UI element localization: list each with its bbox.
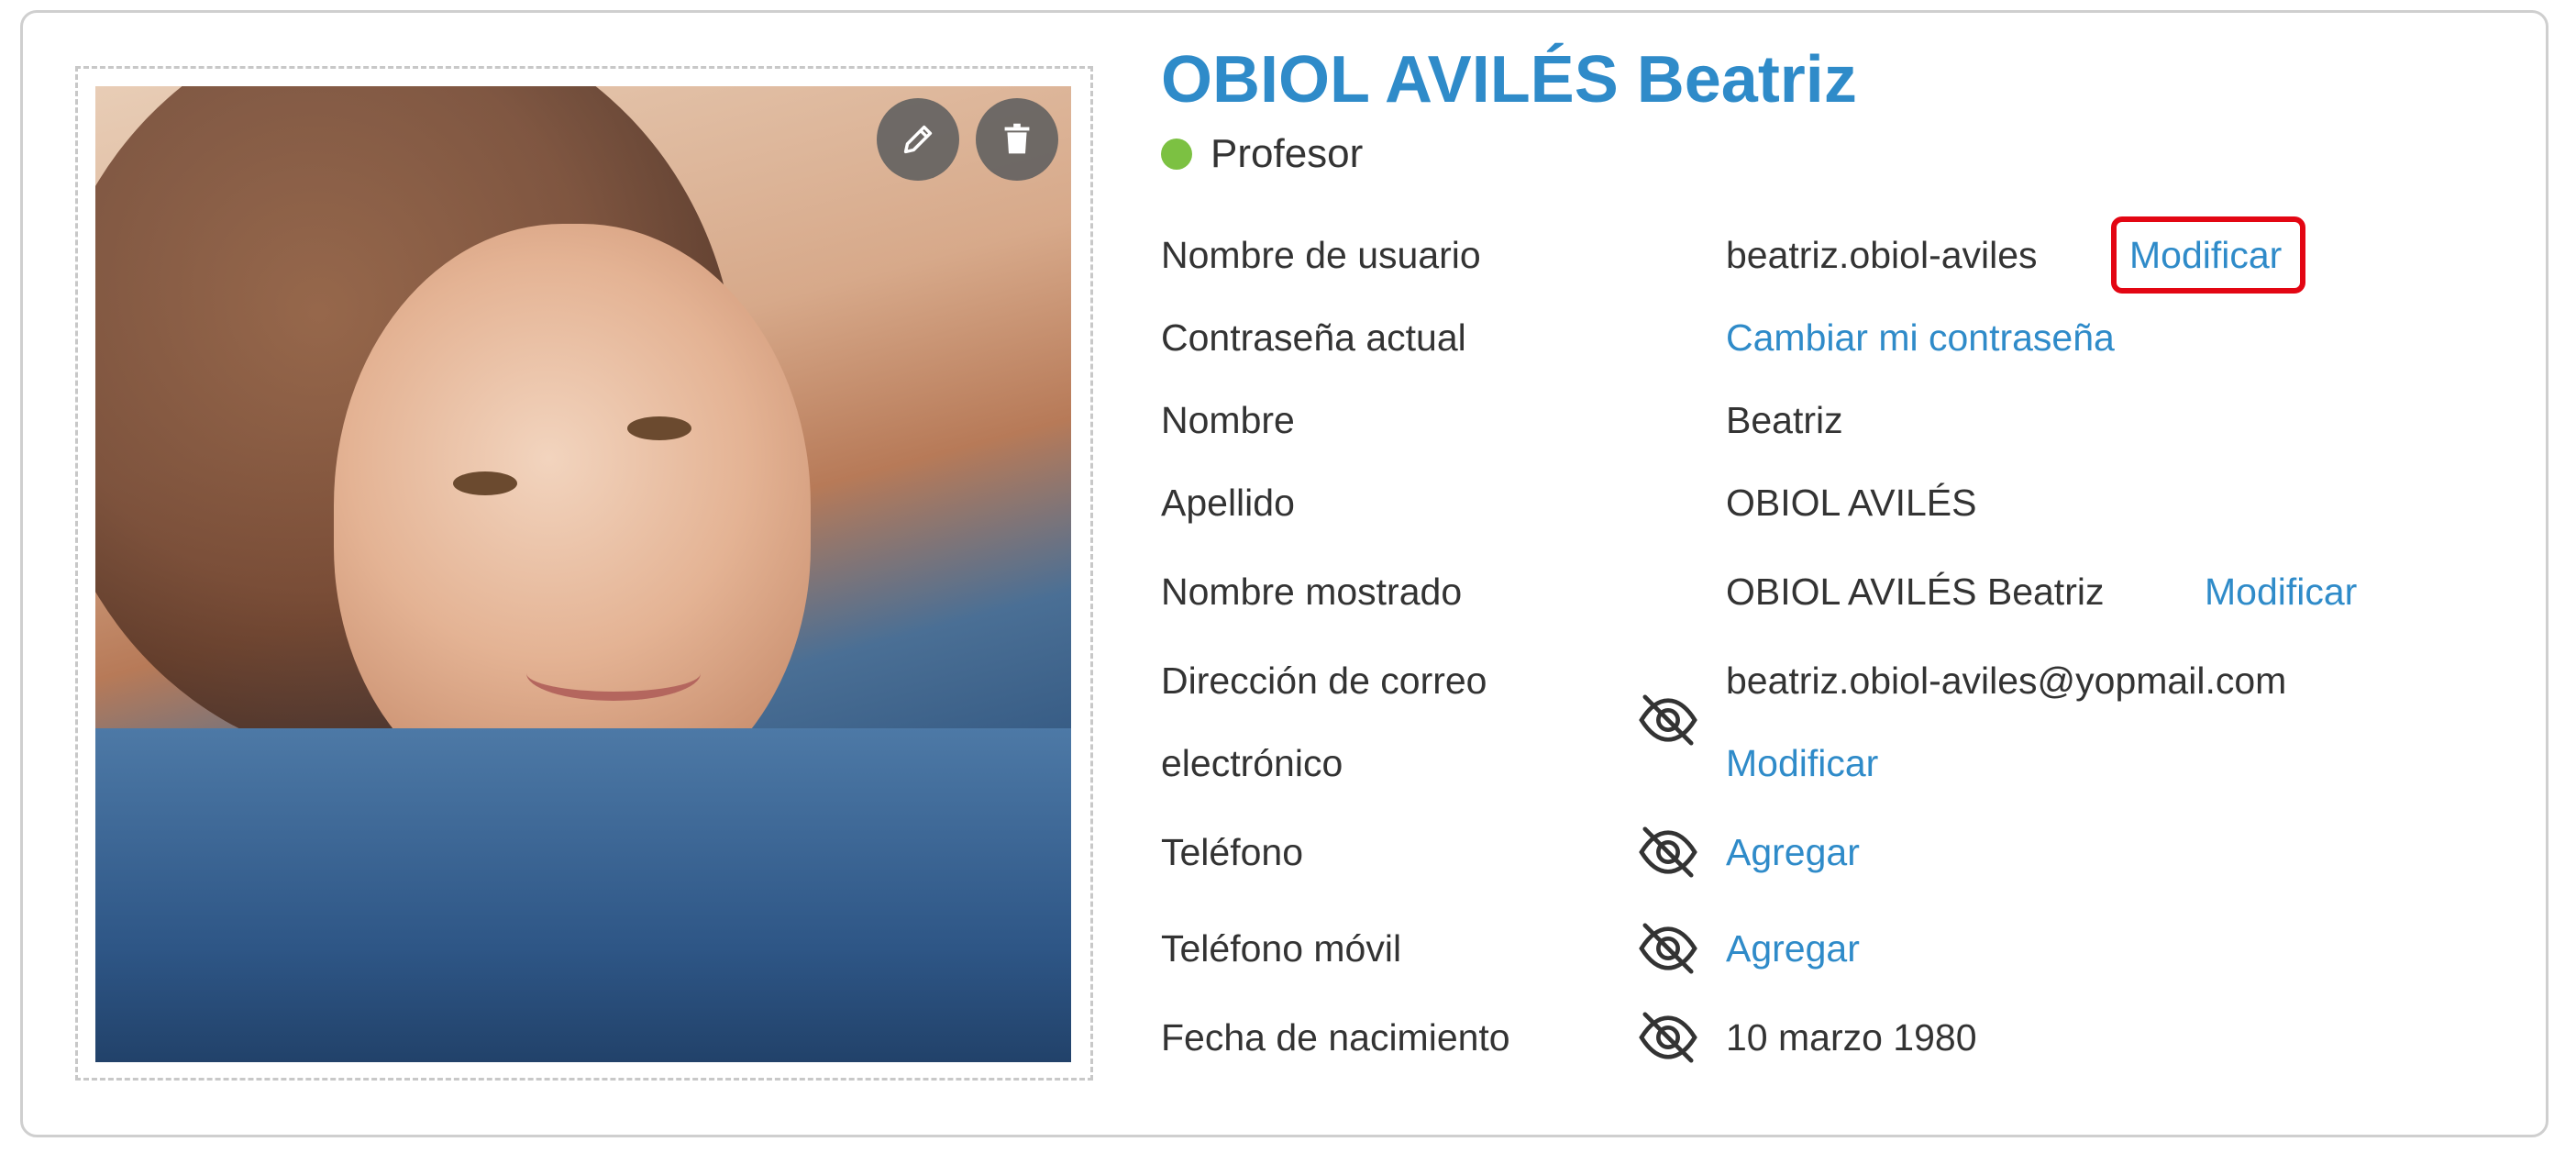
trash-icon (1004, 123, 1030, 154)
password-label: Contraseña actual (1161, 316, 1466, 359)
role-row: Profesor (1161, 128, 1363, 180)
profile-name: OBIOL AVILÉS Beatriz (1161, 43, 1857, 116)
display-name-value: OBIOL AVILÉS Beatriz (1726, 571, 2105, 613)
eye-off-icon[interactable] (1636, 1009, 1700, 1066)
modify-display-name-link[interactable]: Modificar (2205, 570, 2357, 614)
email-label-line1: Dirección de correo (1161, 660, 1487, 702)
phone-label: Teléfono (1161, 831, 1304, 873)
modify-email-link[interactable]: Modificar (1726, 741, 1878, 785)
username-value: beatriz.obiol-aviles (1726, 234, 2038, 276)
change-password-link[interactable]: Cambiar mi contraseña (1726, 316, 2115, 360)
username-label: Nombre de usuario (1161, 234, 1481, 276)
role-label: Profesor (1211, 131, 1364, 176)
last-name-label: Apellido (1161, 482, 1295, 524)
add-mobile-link[interactable]: Agregar (1726, 926, 1860, 970)
pencil-icon (903, 125, 933, 154)
delete-photo-button[interactable] (976, 98, 1058, 181)
eye-off-icon[interactable] (1636, 692, 1700, 748)
first-name-label: Nombre (1161, 399, 1295, 441)
email-value: beatriz.obiol-aviles@yopmail.com (1726, 660, 2287, 702)
eye-off-icon[interactable] (1636, 824, 1700, 881)
birthdate-value: 10 marzo 1980 (1726, 1016, 1977, 1059)
first-name-value: Beatriz (1726, 399, 1843, 441)
status-dot (1161, 139, 1192, 170)
eye-off-icon[interactable] (1636, 920, 1700, 977)
last-name-value: OBIOL AVILÉS (1726, 482, 1977, 524)
profile-photo (95, 86, 1071, 1062)
birthdate-label: Fecha de nacimiento (1161, 1016, 1510, 1059)
email-label-line2: electrónico (1161, 742, 1343, 784)
edit-photo-button[interactable] (877, 98, 959, 181)
add-phone-link[interactable]: Agregar (1726, 830, 1860, 874)
mobile-label: Teléfono móvil (1161, 927, 1402, 970)
display-name-label: Nombre mostrado (1161, 571, 1463, 613)
highlight-box (2111, 216, 2305, 294)
